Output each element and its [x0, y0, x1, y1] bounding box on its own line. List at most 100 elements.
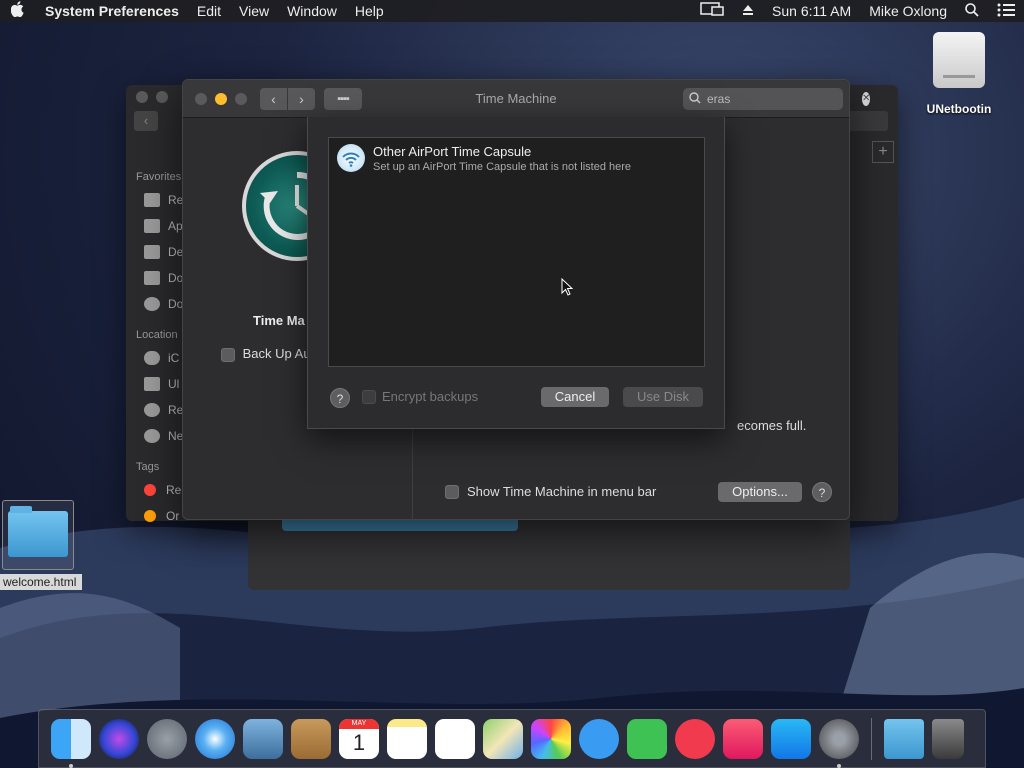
- spotlight-search-icon[interactable]: [956, 2, 988, 20]
- finder-minimize-button[interactable]: [156, 91, 168, 103]
- encrypt-backups-row[interactable]: Encrypt backups: [362, 389, 478, 404]
- finder-back-button[interactable]: ‹: [134, 111, 158, 131]
- safari-dock-icon[interactable]: [195, 718, 235, 759]
- eject-icon[interactable]: [733, 3, 763, 19]
- folder-label: welcome.html: [0, 574, 82, 590]
- sidebar-item-unetbootin[interactable]: Ul: [126, 371, 186, 397]
- menu-view[interactable]: View: [230, 3, 278, 19]
- menubar-clock[interactable]: Sun 6:11 AM: [763, 3, 860, 19]
- background-window: [248, 515, 850, 590]
- select-disk-sheet: Other AirPort Time Capsule Set up an Air…: [307, 117, 725, 429]
- contacts-dock-icon[interactable]: [291, 718, 331, 759]
- calendar-day: 1: [352, 729, 366, 755]
- finder-add-tab-button[interactable]: +: [872, 141, 894, 163]
- sidebar-item-documents[interactable]: Do: [126, 265, 186, 291]
- search-box[interactable]: ✕: [683, 88, 871, 110]
- airport-wifi-icon: [337, 144, 365, 172]
- external-drive-icon: [933, 32, 985, 88]
- menu-edit[interactable]: Edit: [188, 3, 230, 19]
- menu-app-name[interactable]: System Preferences: [36, 3, 188, 19]
- sidebar-item-applications[interactable]: Ap: [126, 213, 186, 239]
- photos-dock-icon[interactable]: [531, 718, 571, 759]
- finder-toolbar-field[interactable]: [848, 111, 888, 131]
- sidebar-tag-orange[interactable]: Or: [126, 503, 186, 529]
- folder-icon: [8, 506, 68, 557]
- sheet-help-button[interactable]: ?: [330, 388, 350, 408]
- disk-list[interactable]: Other AirPort Time Capsule Set up an Air…: [328, 137, 705, 367]
- drive-label: UNetbootin: [926, 102, 992, 116]
- downloads-folder-dock-icon[interactable]: [884, 718, 924, 759]
- disk-full-text: ecomes full.: [737, 418, 807, 433]
- airplay-display-icon[interactable]: [691, 1, 733, 21]
- finder-close-button[interactable]: [136, 91, 148, 103]
- network-icon: [144, 429, 160, 443]
- desktop-icon: [144, 245, 160, 259]
- desktop-drive-unetbootin[interactable]: UNetbootin: [916, 32, 1002, 116]
- calendar-month: MAY: [339, 718, 379, 729]
- downloads-icon: [144, 297, 160, 311]
- sidebar-tag-red[interactable]: Re: [126, 477, 186, 503]
- orange-tag-icon: [144, 510, 156, 522]
- window-titlebar: ‹ › ▪▪▪▪ Time Machine ✕: [183, 80, 871, 118]
- sidebar-item-recents[interactable]: Re: [126, 187, 186, 213]
- music-dock-icon[interactable]: [723, 718, 763, 759]
- favorites-header: Favorites: [136, 171, 182, 183]
- facetime-dock-icon[interactable]: [627, 718, 667, 759]
- backup-automatically-row[interactable]: Back Up Au: [221, 346, 311, 362]
- sheet-footer: ? Encrypt backups Cancel Use Disk: [328, 387, 705, 409]
- encrypt-backups-checkbox[interactable]: [362, 389, 376, 404]
- desktop-folder-welcome[interactable]: welcome.html: [0, 500, 82, 590]
- trash-dock-icon[interactable]: [932, 718, 964, 759]
- menu-window[interactable]: Window: [278, 3, 346, 19]
- disk-subtitle: Set up an AirPort Time Capsule that is n…: [373, 161, 632, 173]
- tags-header: Tags: [136, 461, 160, 473]
- locations-header: Location: [136, 329, 178, 341]
- applications-icon: [144, 219, 160, 233]
- menu-bar: System Preferences Edit View Window Help…: [0, 0, 1024, 22]
- disk-title: Other AirPort Time Capsule: [373, 144, 532, 159]
- sidebar-item-network[interactable]: Ne: [126, 423, 186, 449]
- mail-stamp-dock-icon[interactable]: [243, 718, 283, 759]
- siri-dock-icon[interactable]: [99, 718, 139, 759]
- documents-icon: [144, 271, 160, 285]
- clear-search-icon[interactable]: ✕: [862, 92, 871, 106]
- menu-help[interactable]: Help: [346, 3, 393, 19]
- calendar-dock-icon[interactable]: MAY 1: [339, 718, 379, 759]
- sidebar-item-icloud[interactable]: iC: [126, 345, 186, 371]
- options-button[interactable]: Options...: [718, 482, 802, 502]
- list-item[interactable]: Other AirPort Time Capsule Set up an Air…: [329, 138, 704, 179]
- system-preferences-dock-icon[interactable]: [819, 718, 859, 768]
- reminders-dock-icon[interactable]: [435, 718, 475, 759]
- messages-dock-icon[interactable]: [579, 718, 619, 759]
- cancel-button[interactable]: Cancel: [541, 387, 609, 407]
- show-in-menubar-checkbox[interactable]: [445, 484, 459, 499]
- pane-name: Time Ma: [253, 313, 305, 328]
- dock-separator: [871, 717, 872, 760]
- use-disk-button[interactable]: Use Disk: [623, 387, 703, 407]
- search-input[interactable]: [701, 92, 862, 106]
- show-in-menubar-row[interactable]: Show Time Machine in menu bar: [445, 484, 656, 499]
- red-tag-icon: [144, 484, 156, 496]
- backup-automatically-checkbox[interactable]: [221, 347, 235, 362]
- help-button[interactable]: ?: [812, 482, 832, 502]
- finder-dock-icon[interactable]: [51, 718, 91, 768]
- sidebar-item-downloads[interactable]: Do: [126, 291, 186, 317]
- recents-icon: [144, 193, 160, 207]
- notes-dock-icon[interactable]: [387, 718, 427, 759]
- cloud-icon: [144, 351, 160, 365]
- launchpad-dock-icon[interactable]: [147, 718, 187, 759]
- search-icon: [689, 91, 701, 107]
- disc-icon: [144, 403, 160, 417]
- menubar-user[interactable]: Mike Oxlong: [860, 3, 956, 19]
- mouse-cursor-icon: [561, 277, 574, 299]
- sidebar-item-desktop[interactable]: De: [126, 239, 186, 265]
- app-store-dock-icon[interactable]: [771, 718, 811, 759]
- notification-center-icon[interactable]: [988, 3, 1024, 20]
- sidebar-item-remote-disc[interactable]: Re: [126, 397, 186, 423]
- backup-automatically-label: Back Up Au: [242, 346, 311, 361]
- maps-dock-icon[interactable]: [483, 718, 523, 759]
- encrypt-backups-label: Encrypt backups: [382, 389, 479, 404]
- news-dock-icon[interactable]: [675, 718, 715, 759]
- apple-menu-icon[interactable]: [0, 1, 36, 21]
- show-in-menubar-label: Show Time Machine in menu bar: [467, 484, 657, 499]
